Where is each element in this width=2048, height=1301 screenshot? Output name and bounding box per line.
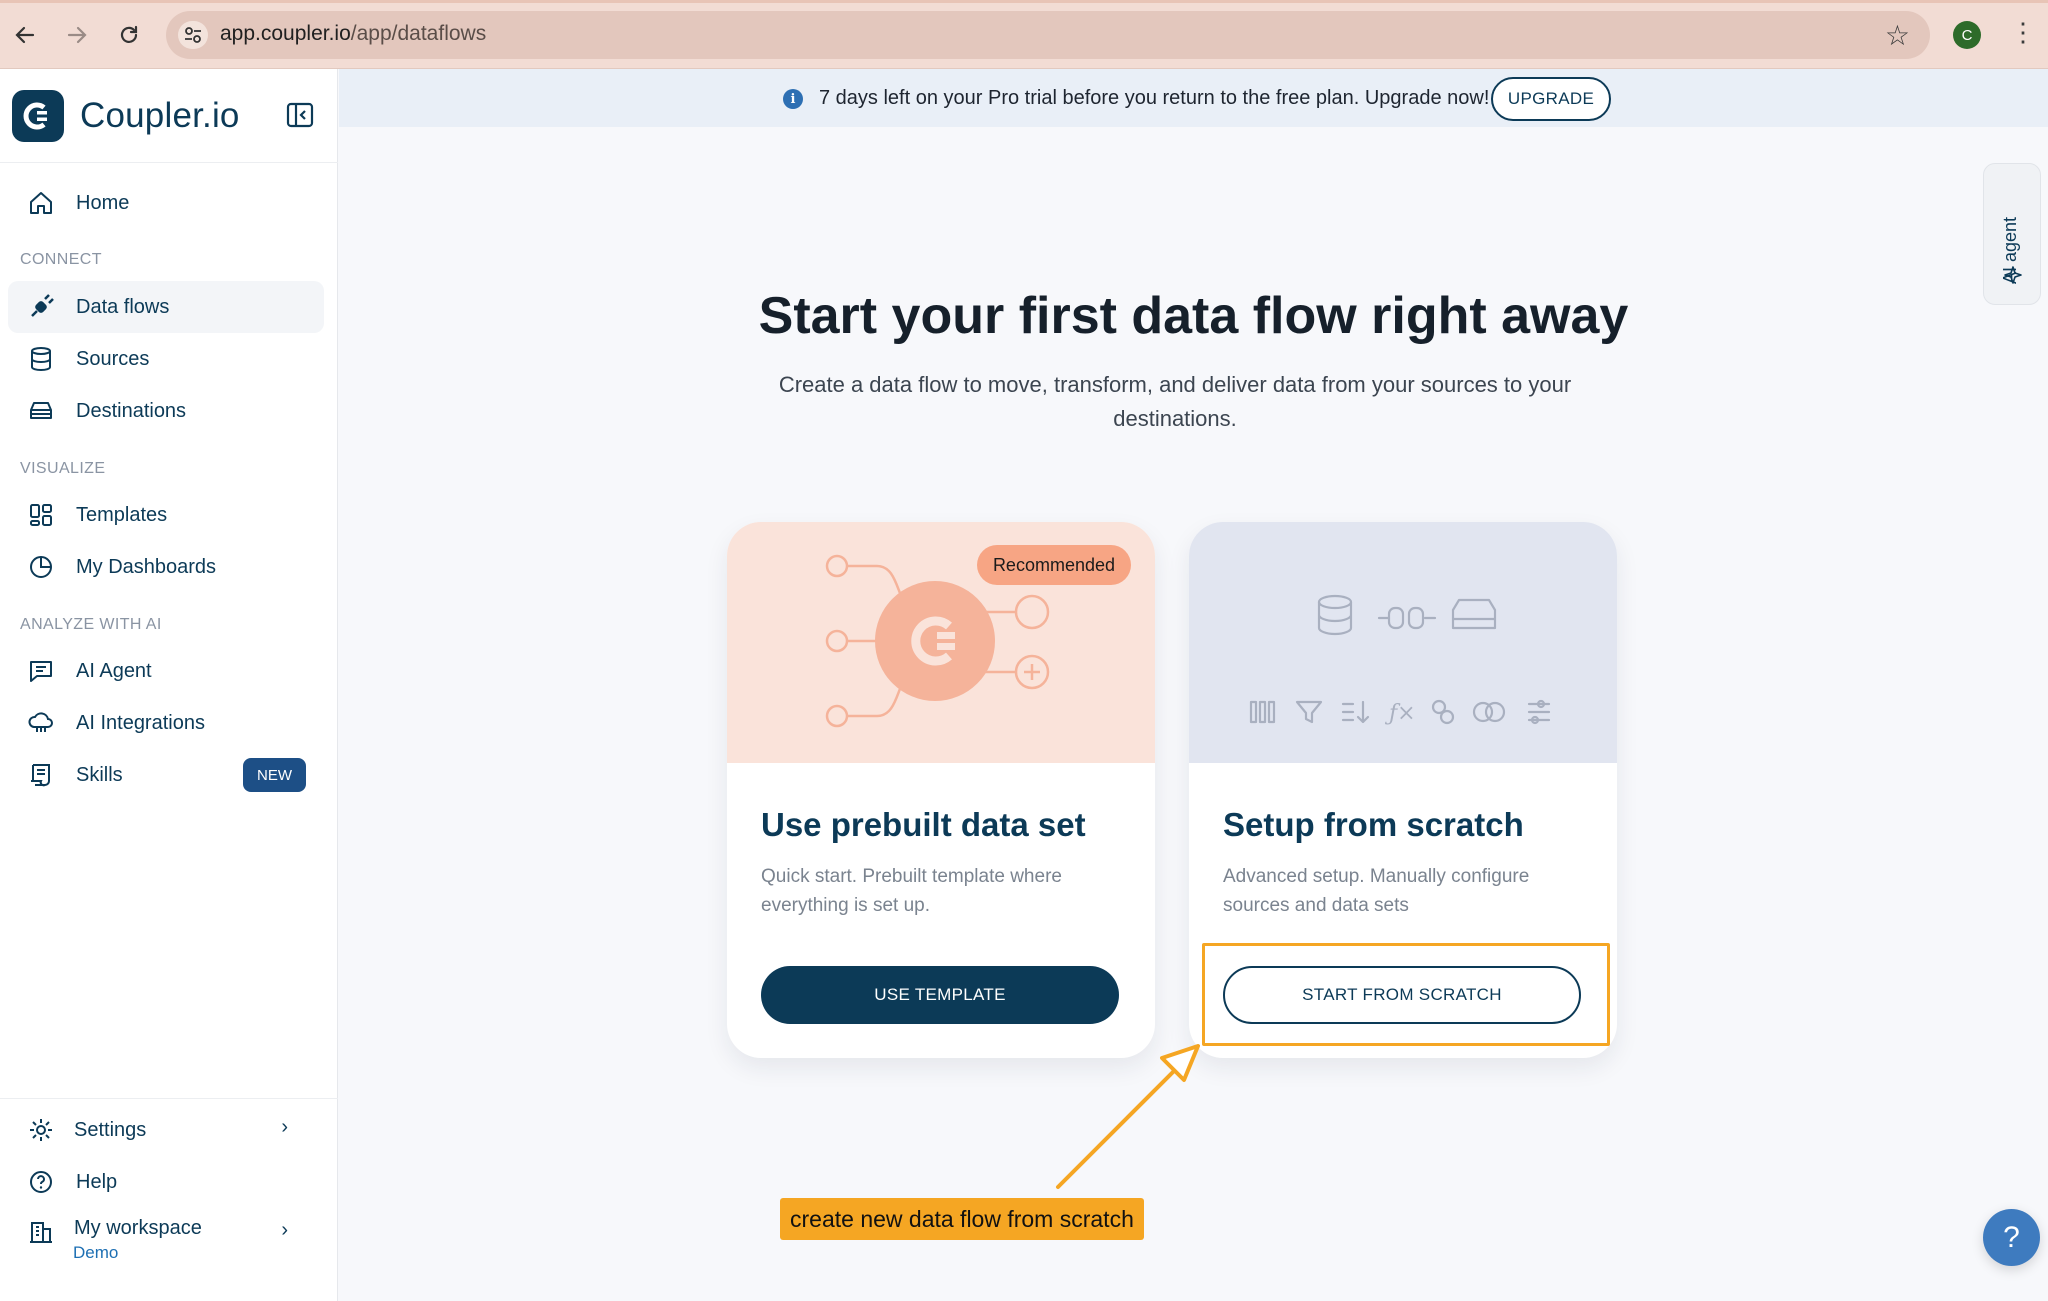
browser-menu-icon[interactable]: ⋮: [2010, 17, 2036, 48]
prebuilt-card-description: Quick start. Prebuilt template where eve…: [761, 866, 1062, 916]
scratch-illustration: ƒ×: [1189, 522, 1617, 763]
browser-toolbar: app.coupler.io/app/dataflows ☆ C ⋮: [0, 0, 2048, 69]
svg-text:ƒ×: ƒ×: [1384, 701, 1416, 726]
sidebar-item-skills[interactable]: Skills NEW: [8, 749, 324, 801]
reload-icon[interactable]: [112, 18, 146, 52]
sidebar-item-label: Settings: [74, 1118, 147, 1141]
brand-name: Coupler.io: [80, 96, 240, 135]
recommended-badge: Recommended: [976, 545, 1131, 585]
url-text[interactable]: app.coupler.io/app/dataflows: [220, 22, 486, 46]
sidebar-item-label: Data flows: [76, 295, 170, 318]
sidebar-item-ai-integrations[interactable]: AI Integrations: [8, 697, 324, 749]
tools-icon-grid: ƒ×: [1249, 594, 1551, 726]
prebuilt-card-title: Use prebuilt data set: [761, 806, 1086, 843]
divider: [0, 162, 338, 163]
sidebar: Coupler.io Home CONNECT Data flows Sourc…: [0, 69, 338, 1301]
info-icon: i: [783, 89, 803, 109]
new-badge: NEW: [243, 758, 306, 792]
divider: [0, 1098, 338, 1099]
sidebar-item-label: Destinations: [76, 399, 187, 422]
trial-banner-text: 7 days left on your Pro trial before you…: [819, 87, 1490, 109]
cloud-icon: [26, 708, 56, 738]
sidebar-item-sources[interactable]: Sources: [8, 333, 324, 385]
prebuilt-card: Recommended Use prebuilt data set Quick …: [727, 522, 1155, 1058]
chat-icon: [26, 656, 56, 686]
page-title: Start your first data flow right away: [758, 287, 1629, 345]
sidebar-item-label: My Dashboards: [76, 555, 217, 578]
ai-agent-tab-label: AI agent: [2000, 216, 2020, 284]
sidebar-item-label: AI Integrations: [76, 711, 205, 734]
address-bar[interactable]: app.coupler.io/app/dataflows ☆: [166, 11, 1930, 59]
sidebar-item-label: Sources: [76, 347, 150, 370]
sidebar-item-ai-agent[interactable]: AI Agent: [8, 645, 324, 697]
annotation-callout: create new data flow from scratch: [780, 1198, 1144, 1240]
pie-chart-icon: [26, 552, 56, 582]
plug-icon: [26, 292, 56, 322]
site-settings-icon[interactable]: [178, 21, 208, 49]
sidebar-item-label: Skills: [76, 763, 123, 786]
upgrade-button[interactable]: UPGRADE: [1491, 77, 1611, 121]
grid-layout-icon: [26, 500, 56, 530]
gear-icon: [26, 1115, 56, 1145]
use-template-button[interactable]: USE TEMPLATE: [761, 966, 1119, 1024]
brand[interactable]: Coupler.io: [12, 90, 240, 142]
sidebar-item-settings[interactable]: Settings ›: [8, 1104, 324, 1156]
back-icon[interactable]: [8, 18, 42, 52]
home-icon: [26, 188, 56, 218]
ai-agent-tab[interactable]: AI agent: [1983, 163, 2041, 305]
sidebar-item-destinations[interactable]: Destinations: [8, 385, 324, 437]
bookmark-star-icon[interactable]: ☆: [1885, 19, 1910, 52]
profile-avatar[interactable]: C: [1953, 21, 1981, 49]
database-icon: [26, 344, 56, 374]
help-chat-button[interactable]: ?: [1983, 1209, 2040, 1266]
forward-icon[interactable]: [60, 18, 94, 52]
sidebar-item-home[interactable]: Home: [8, 177, 324, 229]
sidebar-item-label: Home: [76, 191, 130, 214]
collapse-sidebar-icon[interactable]: [286, 102, 314, 128]
trial-banner: i 7 days left on your Pro trial before y…: [339, 69, 2048, 127]
sidebar-item-label: AI Agent: [76, 659, 152, 682]
sidebar-item-label: Templates: [76, 503, 168, 526]
workspace-name: My workspace: [74, 1217, 202, 1239]
prebuilt-illustration: Recommended: [727, 522, 1155, 763]
coupler-logo-icon: [12, 90, 64, 142]
section-label-analyze: ANALYZE WITH AI: [20, 616, 162, 633]
sidebar-item-workspace[interactable]: My workspace › Demo: [8, 1207, 324, 1271]
server-icon: [26, 396, 56, 426]
workspace-subtitle: Demo: [73, 1243, 119, 1262]
chevron-right-icon: ›: [281, 1116, 288, 1138]
sidebar-item-templates[interactable]: Templates: [8, 489, 324, 541]
tab-strip-edge: [0, 0, 2048, 3]
sidebar-item-my-dashboards[interactable]: My Dashboards: [8, 541, 324, 593]
annotation-arrow: [1056, 1044, 1200, 1189]
building-icon: [26, 1217, 56, 1247]
annotation-highlight-box: [1202, 943, 1610, 1046]
sidebar-item-label: Help: [76, 1170, 118, 1193]
scratch-card-title: Setup from scratch: [1223, 806, 1524, 843]
chevron-right-icon: ›: [281, 1219, 288, 1241]
sidebar-item-help[interactable]: Help: [8, 1156, 324, 1208]
scratch-card-description: Advanced setup. Manually configure sourc…: [1223, 866, 1530, 916]
section-label-visualize: VISUALIZE: [20, 460, 106, 477]
scroll-icon: [26, 760, 56, 790]
sidebar-item-data-flows[interactable]: Data flows: [8, 281, 324, 333]
help-circle-icon: [26, 1167, 56, 1197]
section-label-connect: CONNECT: [20, 251, 102, 268]
page-subtitle: Create a data flow to move, transform, a…: [778, 372, 1572, 431]
